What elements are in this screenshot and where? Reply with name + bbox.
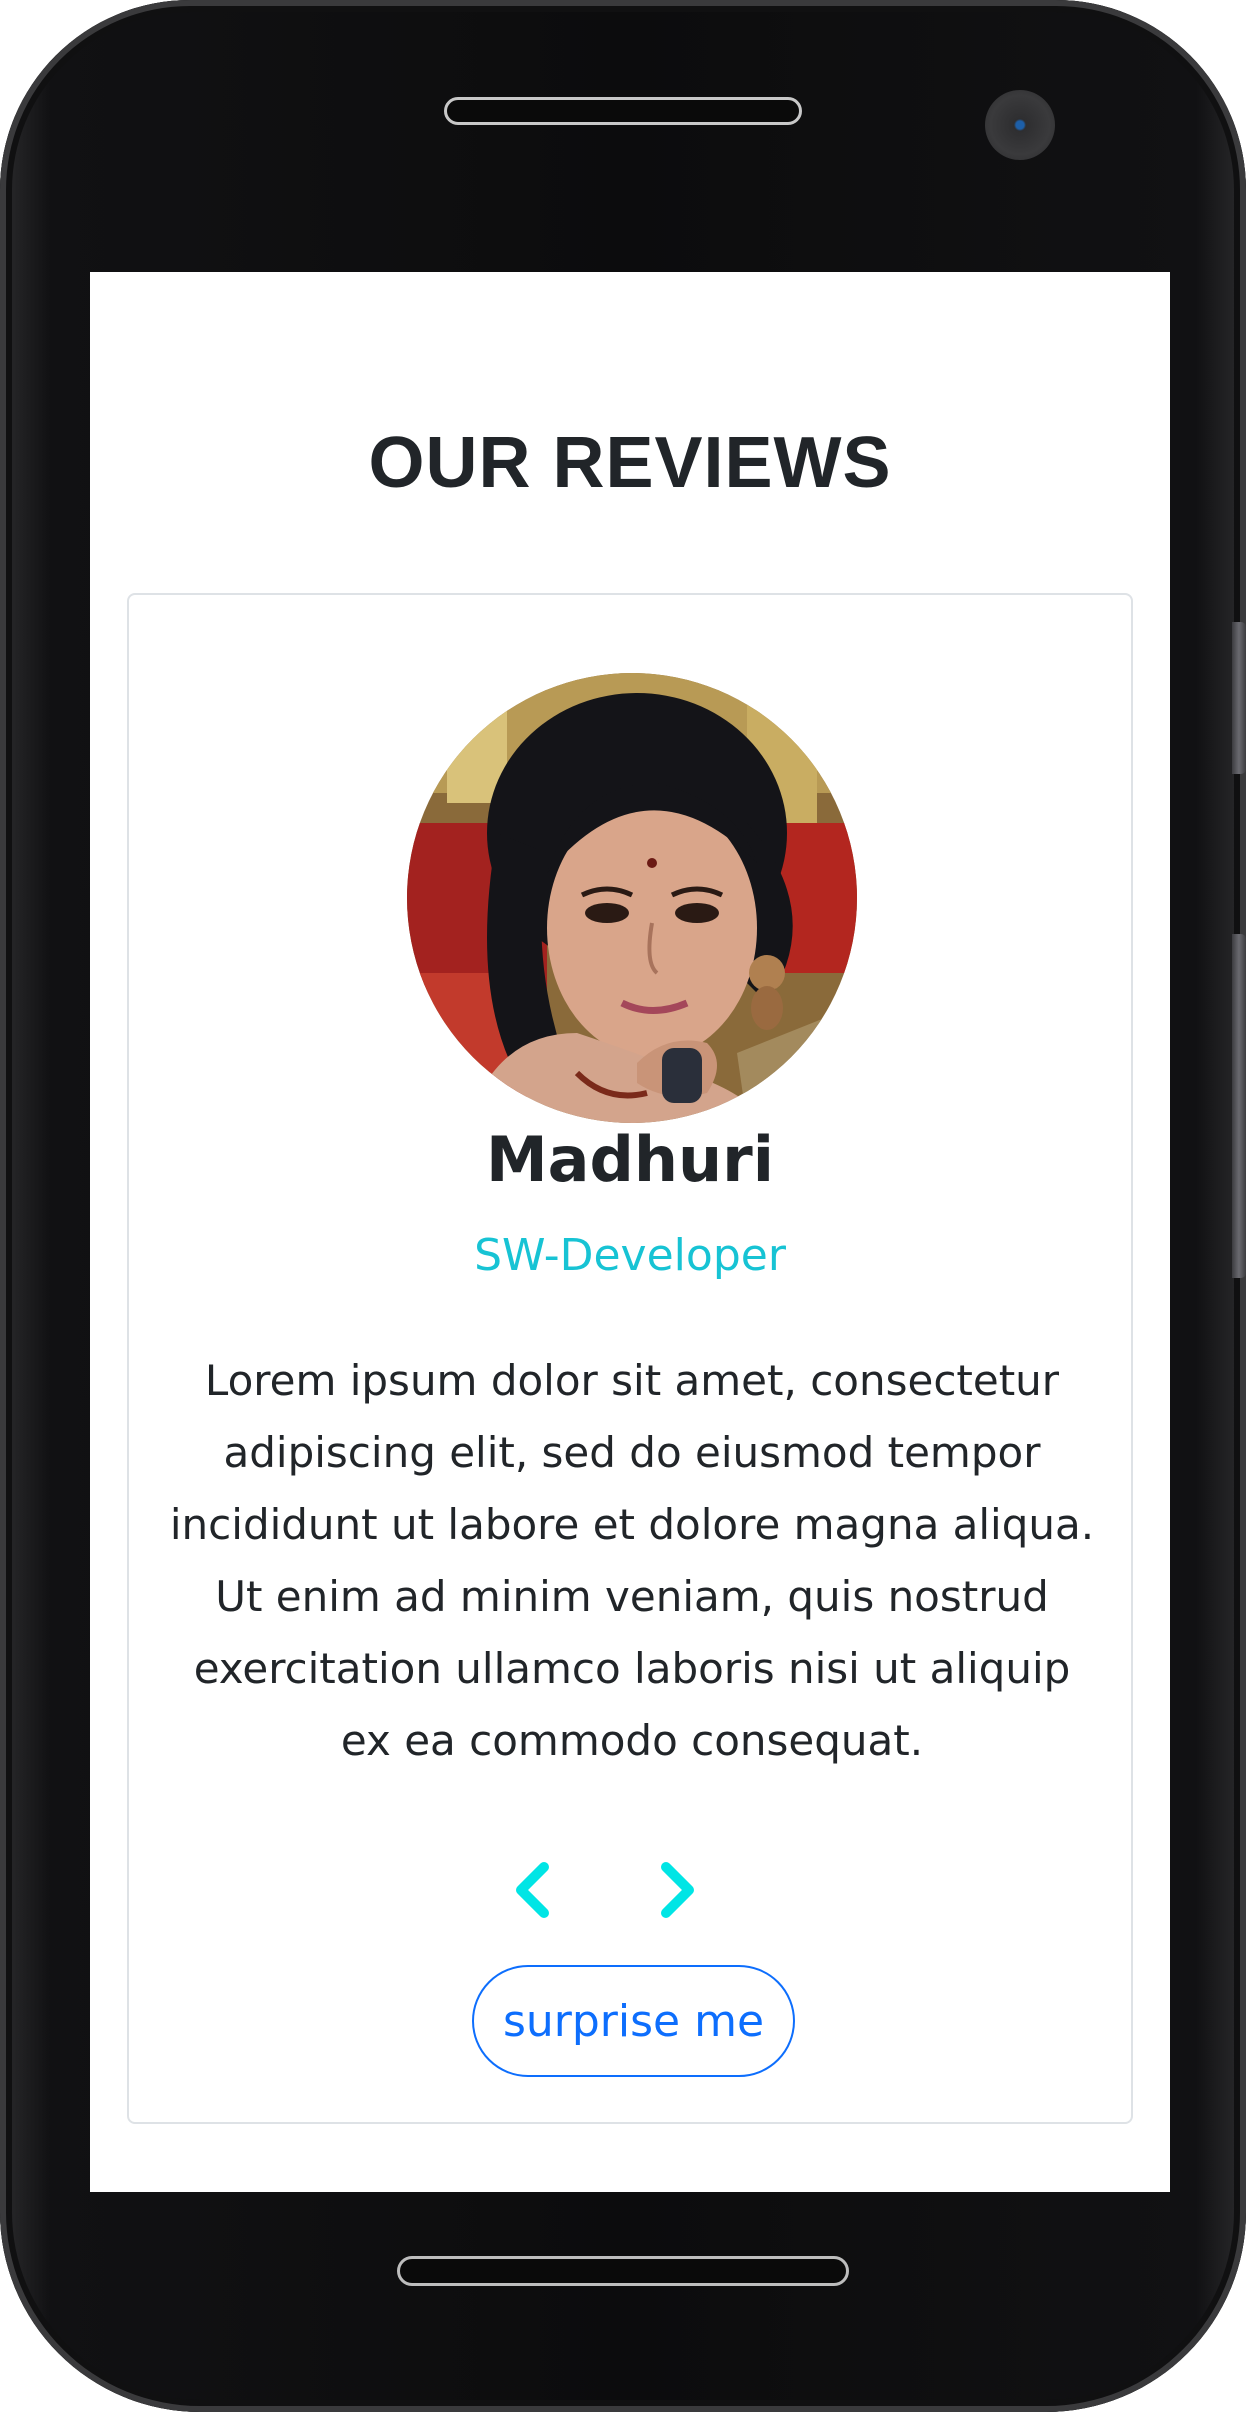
home-bar	[397, 2256, 849, 2286]
person-image	[407, 673, 857, 1123]
author-name: Madhuri	[485, 1123, 775, 1196]
earpiece-speaker	[444, 97, 802, 125]
review-text: Lorem ipsum dolor sit amet, consectetur …	[169, 1356, 1095, 1765]
power-button	[1232, 934, 1246, 1278]
chevron-right-icon	[661, 1862, 694, 1918]
portrait-illustration	[407, 673, 857, 1123]
volume-button	[1232, 622, 1246, 774]
screen: OUR REVIEWS Madhuri SW-Developer Lorem i…	[90, 272, 1170, 2192]
review-card: Madhuri SW-Developer Lorem ipsum dolor s…	[127, 593, 1133, 2124]
surprise-me-button[interactable]: surprise me	[472, 1965, 795, 2077]
next-button[interactable]	[641, 1855, 711, 1925]
author-job: SW-Developer	[474, 1230, 786, 1281]
prev-button[interactable]	[499, 1855, 569, 1925]
front-camera	[985, 90, 1055, 160]
page-title: OUR REVIEWS	[368, 423, 892, 503]
chevron-left-icon	[516, 1862, 549, 1918]
phone-frame: OUR REVIEWS Madhuri SW-Developer Lorem i…	[0, 0, 1246, 2412]
